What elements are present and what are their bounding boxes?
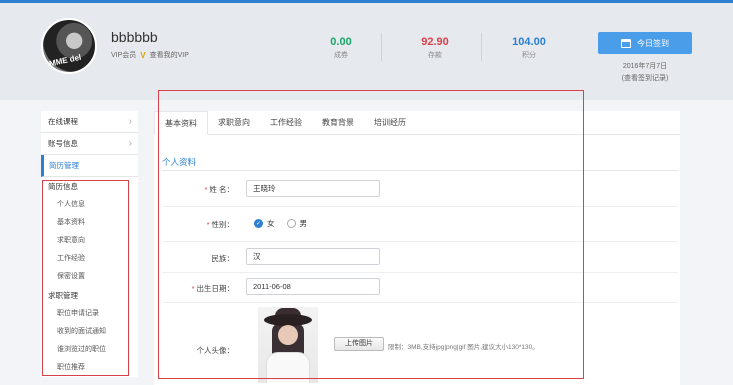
sidebar-item-resume-management[interactable]: 简历管理 <box>41 155 138 177</box>
divider <box>162 241 678 242</box>
sidebar-link-interview-notices[interactable]: 收到的面试通知 <box>41 323 138 341</box>
birthday-label: * 出生日期： <box>191 284 234 293</box>
sidebar-item-label: 在线课程 <box>48 117 78 126</box>
stat-divider <box>481 33 482 61</box>
gender-radio-group: ✓ 女 男 <box>254 218 307 229</box>
tab-training[interactable]: 培训经历 <box>364 111 416 135</box>
birthday-input[interactable]: 2011-06-08 <box>246 278 380 295</box>
photo-body <box>266 352 310 383</box>
gender-female-label: 女 <box>267 219 275 228</box>
sidebar-link-viewed-jobs[interactable]: 谁浏览过的职位 <box>41 341 138 359</box>
sidebar-item-account-info[interactable]: 账号信息 › <box>41 133 138 155</box>
tab-education[interactable]: 教育背景 <box>312 111 364 135</box>
profile-photo <box>258 307 318 383</box>
stat-deposit: 92.90 存款 <box>405 36 465 60</box>
gender-female-radio[interactable]: ✓ <box>254 219 263 228</box>
stat-deposit-label: 存款 <box>428 52 442 59</box>
profile-header: MME del bbbbbb VIP会员 V 查看我的VIP 0.00 成券 9… <box>0 3 733 100</box>
upload-photo-button[interactable]: 上传图片 <box>334 337 384 351</box>
sidebar-group-title: 求职管理 <box>48 291 78 300</box>
checkin-button[interactable]: 今日签到 <box>598 32 692 54</box>
avatar[interactable]: MME del <box>41 18 97 74</box>
stat-points-value: 104.00 <box>512 36 546 48</box>
name-input[interactable]: 王晓玲 <box>246 180 380 197</box>
sidebar-link-basic-info[interactable]: 基本资料 <box>41 214 138 232</box>
photo-label: 个人头像： <box>196 346 235 355</box>
sidebar: 在线课程 › 账号信息 › 简历管理 简历信息 个人信息 基本资料 求职意向 工… <box>41 111 138 377</box>
stat-divider <box>381 33 382 61</box>
sidebar-link-job-intention[interactable]: 求职意向 <box>41 232 138 250</box>
tab-basic-info[interactable]: 基本资料 <box>154 111 208 135</box>
divider <box>162 206 678 207</box>
stat-coupons-label: 成券 <box>334 52 348 59</box>
vip-label: VIP会员 <box>111 52 137 59</box>
sidebar-item-label: 账号信息 <box>48 139 78 148</box>
chevron-right-icon: › <box>128 116 132 127</box>
sidebar-group-title: 简历信息 <box>48 182 78 191</box>
sidebar-link-personal-info[interactable]: 个人信息 <box>41 196 138 214</box>
resume-tabs: 基本资料 求职意向 工作经验 教育背景 培训经历 <box>154 111 680 135</box>
vip-row: VIP会员 V 查看我的VIP <box>111 50 189 60</box>
required-mark: * <box>204 185 208 194</box>
divider <box>162 170 678 171</box>
stat-coupons: 0.00 成券 <box>311 36 371 60</box>
checkin-button-label: 今日签到 <box>637 38 669 48</box>
required-mark: * <box>206 220 210 229</box>
chevron-right-icon: › <box>128 138 132 149</box>
sidebar-link-application-records[interactable]: 职位申请记录 <box>41 305 138 323</box>
required-mark: * <box>191 284 195 293</box>
stat-coupons-value: 0.00 <box>330 36 352 48</box>
tab-job-intention[interactable]: 求职意向 <box>208 111 260 135</box>
stat-points-label: 积分 <box>522 52 536 59</box>
gender-male-radio[interactable] <box>286 219 296 228</box>
sidebar-submenu: 简历信息 个人信息 基本资料 求职意向 工作经验 保密设置 求职管理 职位申请记… <box>41 177 138 377</box>
vip-badge-icon: V <box>140 50 146 60</box>
sidebar-link-work-experience[interactable]: 工作经验 <box>41 250 138 268</box>
divider <box>162 302 678 303</box>
ethnicity-label: 民族： <box>211 254 235 263</box>
username: bbbbbb <box>111 29 158 45</box>
sidebar-link-job-recommendations[interactable]: 职位推荐 <box>41 359 138 377</box>
resume-form-panel: 基本资料 求职意向 工作经验 教育背景 培训经历 个人资料 * 姓 名： 王晓玲 … <box>154 111 680 385</box>
sidebar-link-privacy-settings[interactable]: 保密设置 <box>41 268 138 286</box>
sidebar-item-online-courses[interactable]: 在线课程 › <box>41 111 138 133</box>
name-label: * 姓 名： <box>204 185 234 194</box>
section-title: 个人资料 <box>162 157 197 167</box>
calendar-icon <box>621 38 631 48</box>
checkin-record-link[interactable]: (查看签到记录) <box>598 73 692 83</box>
tab-work-experience[interactable]: 工作经验 <box>260 111 312 135</box>
sidebar-item-label: 简历管理 <box>49 161 79 170</box>
checkin-date: 2016年7月7日 <box>622 63 668 70</box>
avatar-caption: MME del <box>48 52 83 69</box>
gender-label: * 性别： <box>206 220 234 229</box>
upload-hint: 限制：3MB,支持jpg|png|gif 图片,建议大小130*130。 <box>388 344 539 351</box>
gender-male-label: 男 <box>299 219 308 228</box>
stat-deposit-value: 92.90 <box>421 36 449 48</box>
stat-points: 104.00 积分 <box>499 36 559 60</box>
divider <box>162 272 678 273</box>
view-vip-link[interactable]: 查看我的VIP <box>150 50 189 60</box>
photo-face <box>278 325 298 345</box>
ethnicity-input[interactable]: 汉 <box>246 248 380 265</box>
